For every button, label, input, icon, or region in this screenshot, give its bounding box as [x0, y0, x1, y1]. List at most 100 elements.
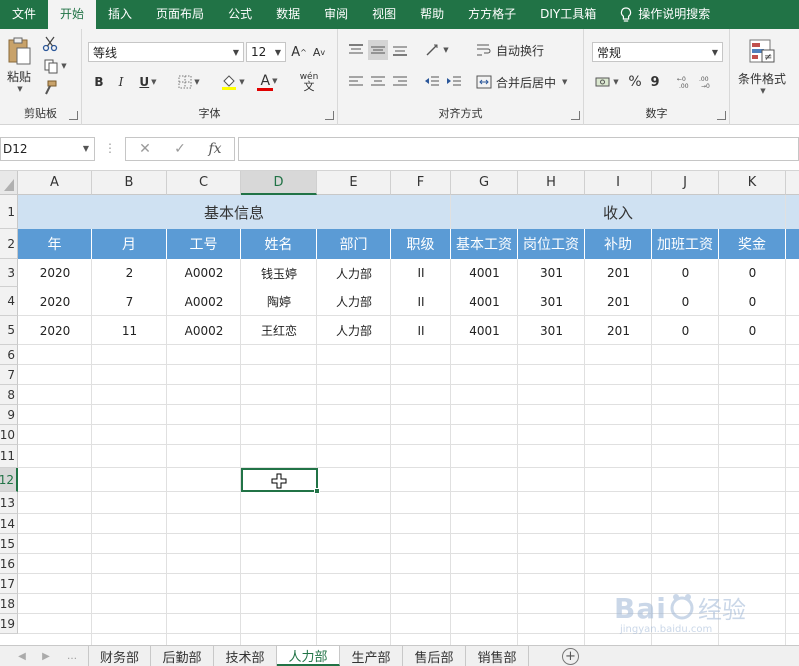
- table-cell[interactable]: 人力部: [317, 259, 391, 287]
- tell-me-search[interactable]: 操作说明搜索: [608, 0, 722, 29]
- enter-formula-button[interactable]: ✓: [165, 137, 195, 161]
- table-header-cell[interactable]: 基本工资: [451, 229, 518, 259]
- menu-tab-help[interactable]: 帮助: [408, 0, 456, 29]
- column-header-f[interactable]: F: [391, 171, 451, 195]
- column-header-a[interactable]: A: [18, 171, 92, 195]
- column-header-j[interactable]: J: [652, 171, 719, 195]
- row-header-7[interactable]: 7: [0, 365, 18, 385]
- table-cell[interactable]: 0: [719, 287, 786, 316]
- menu-tab-insert[interactable]: 插入: [96, 0, 144, 29]
- row-header-2[interactable]: 2: [0, 229, 18, 259]
- alignment-dialog-launcher[interactable]: [571, 111, 580, 120]
- table-header-cell[interactable]: 职级: [391, 229, 451, 259]
- column-header-l[interactable]: [786, 171, 799, 195]
- row-header-5[interactable]: 5: [0, 316, 18, 345]
- decrease-font-size-button[interactable]: Av: [310, 42, 328, 62]
- borders-button[interactable]: ▼: [174, 72, 204, 92]
- table-header-cell[interactable]: 加班工资: [652, 229, 719, 259]
- align-middle-button[interactable]: [368, 40, 388, 60]
- menu-tab-review[interactable]: 审阅: [312, 0, 360, 29]
- table-header-cell[interactable]: 岗位工资: [518, 229, 585, 259]
- next-sheet-button[interactable]: ▶: [38, 648, 54, 664]
- table-cell[interactable]: 0: [652, 287, 719, 316]
- column-header-b[interactable]: B: [92, 171, 167, 195]
- table-cell[interactable]: 2: [92, 259, 167, 287]
- table-header-cell[interactable]: 年: [18, 229, 92, 259]
- table-cell[interactable]: 人力部: [317, 287, 391, 316]
- name-box[interactable]: D12 ▼: [0, 137, 95, 161]
- column-header-i[interactable]: I: [585, 171, 652, 195]
- bold-button[interactable]: B: [90, 72, 108, 92]
- menu-tab-file[interactable]: 文件: [0, 0, 48, 29]
- phonetic-guide-button[interactable]: wén 文: [294, 69, 324, 95]
- row-header-17[interactable]: 17: [0, 574, 18, 594]
- column-header-c[interactable]: C: [167, 171, 241, 195]
- table-cell[interactable]: A0002: [167, 287, 241, 316]
- column-header-e[interactable]: E: [317, 171, 391, 195]
- comma-style-button[interactable]: 9: [646, 72, 664, 92]
- table-cell[interactable]: II: [391, 287, 451, 316]
- previous-sheet-button[interactable]: ◀: [14, 648, 30, 664]
- column-header-k[interactable]: K: [719, 171, 786, 195]
- menu-tab-home[interactable]: 开始: [48, 0, 97, 29]
- table-cell[interactable]: 0: [652, 316, 719, 345]
- row-header-6[interactable]: 6: [0, 345, 18, 365]
- sheet-tab[interactable]: 生产部: [340, 646, 403, 666]
- table-cell[interactable]: 11: [92, 316, 167, 345]
- table-cell[interactable]: 人力部: [317, 316, 391, 345]
- table-cell[interactable]: 4001: [451, 259, 518, 287]
- row-header-4[interactable]: 4: [0, 287, 18, 316]
- table-cell[interactable]: 301: [518, 287, 585, 316]
- align-right-button[interactable]: [390, 72, 410, 92]
- merge-center-button[interactable]: 合并后居中 ▼: [476, 72, 576, 92]
- row-header-15[interactable]: 15: [0, 534, 18, 554]
- decrease-indent-button[interactable]: [422, 72, 442, 92]
- font-size-select[interactable]: 12 ▼: [246, 42, 286, 62]
- table-cell[interactable]: II: [391, 259, 451, 287]
- table-header-cell[interactable]: 姓名: [241, 229, 317, 259]
- row-header-18[interactable]: 18: [0, 594, 18, 614]
- column-header-g[interactable]: G: [451, 171, 518, 195]
- table-cell[interactable]: 2020: [18, 316, 92, 345]
- column-header-h[interactable]: H: [518, 171, 585, 195]
- group-header-basic-info[interactable]: 基本信息: [18, 195, 450, 229]
- table-header-cell[interactable]: 补助: [585, 229, 652, 259]
- decrease-decimal-button[interactable]: .00 →0: [698, 72, 718, 92]
- add-sheet-button[interactable]: +: [562, 648, 579, 665]
- orientation-button[interactable]: ▼: [422, 40, 452, 60]
- column-header-d[interactable]: D: [241, 171, 317, 195]
- table-cell[interactable]: 201: [585, 316, 652, 345]
- table-cell[interactable]: 0: [719, 316, 786, 345]
- table-cell[interactable]: 201: [585, 259, 652, 287]
- table-cell[interactable]: II: [391, 316, 451, 345]
- formula-bar-splitter[interactable]: ⋮: [104, 141, 116, 155]
- fill-handle[interactable]: [314, 488, 320, 494]
- table-cell[interactable]: 0: [719, 259, 786, 287]
- sheet-tab[interactable]: 售后部: [403, 646, 466, 666]
- increase-indent-button[interactable]: [444, 72, 464, 92]
- sheet-tab[interactable]: 后勤部: [151, 646, 214, 666]
- table-cell[interactable]: 301: [518, 316, 585, 345]
- paste-button[interactable]: 粘贴 ▼: [2, 35, 36, 93]
- align-bottom-button[interactable]: [390, 40, 410, 60]
- italic-button[interactable]: I: [112, 72, 130, 92]
- table-header-cell-partial[interactable]: [786, 229, 799, 259]
- table-cell[interactable]: 201: [585, 287, 652, 316]
- row-header-9[interactable]: 9: [0, 405, 18, 425]
- row-header-16[interactable]: 16: [0, 554, 18, 574]
- table-cell[interactable]: 0: [652, 259, 719, 287]
- cancel-formula-button[interactable]: ✕: [130, 137, 160, 161]
- row-header-19[interactable]: 19: [0, 614, 18, 634]
- format-painter-button[interactable]: [40, 79, 60, 97]
- table-cell[interactable]: 7: [92, 287, 167, 316]
- group-header-income[interactable]: 收入: [451, 195, 785, 229]
- cut-button[interactable]: [40, 35, 60, 53]
- menu-tab-view[interactable]: 视图: [360, 0, 408, 29]
- conditional-formatting-button[interactable]: ≠ 条件格式 ▼: [736, 35, 788, 97]
- row-header-13[interactable]: 13: [0, 492, 18, 514]
- copy-button[interactable]: ▼: [40, 57, 70, 75]
- menu-tab-fangfang[interactable]: 方方格子: [456, 0, 528, 29]
- table-header-cell[interactable]: 工号: [167, 229, 241, 259]
- table-cell[interactable]: A0002: [167, 259, 241, 287]
- menu-tab-diy-toolbox[interactable]: DIY工具箱: [528, 0, 608, 29]
